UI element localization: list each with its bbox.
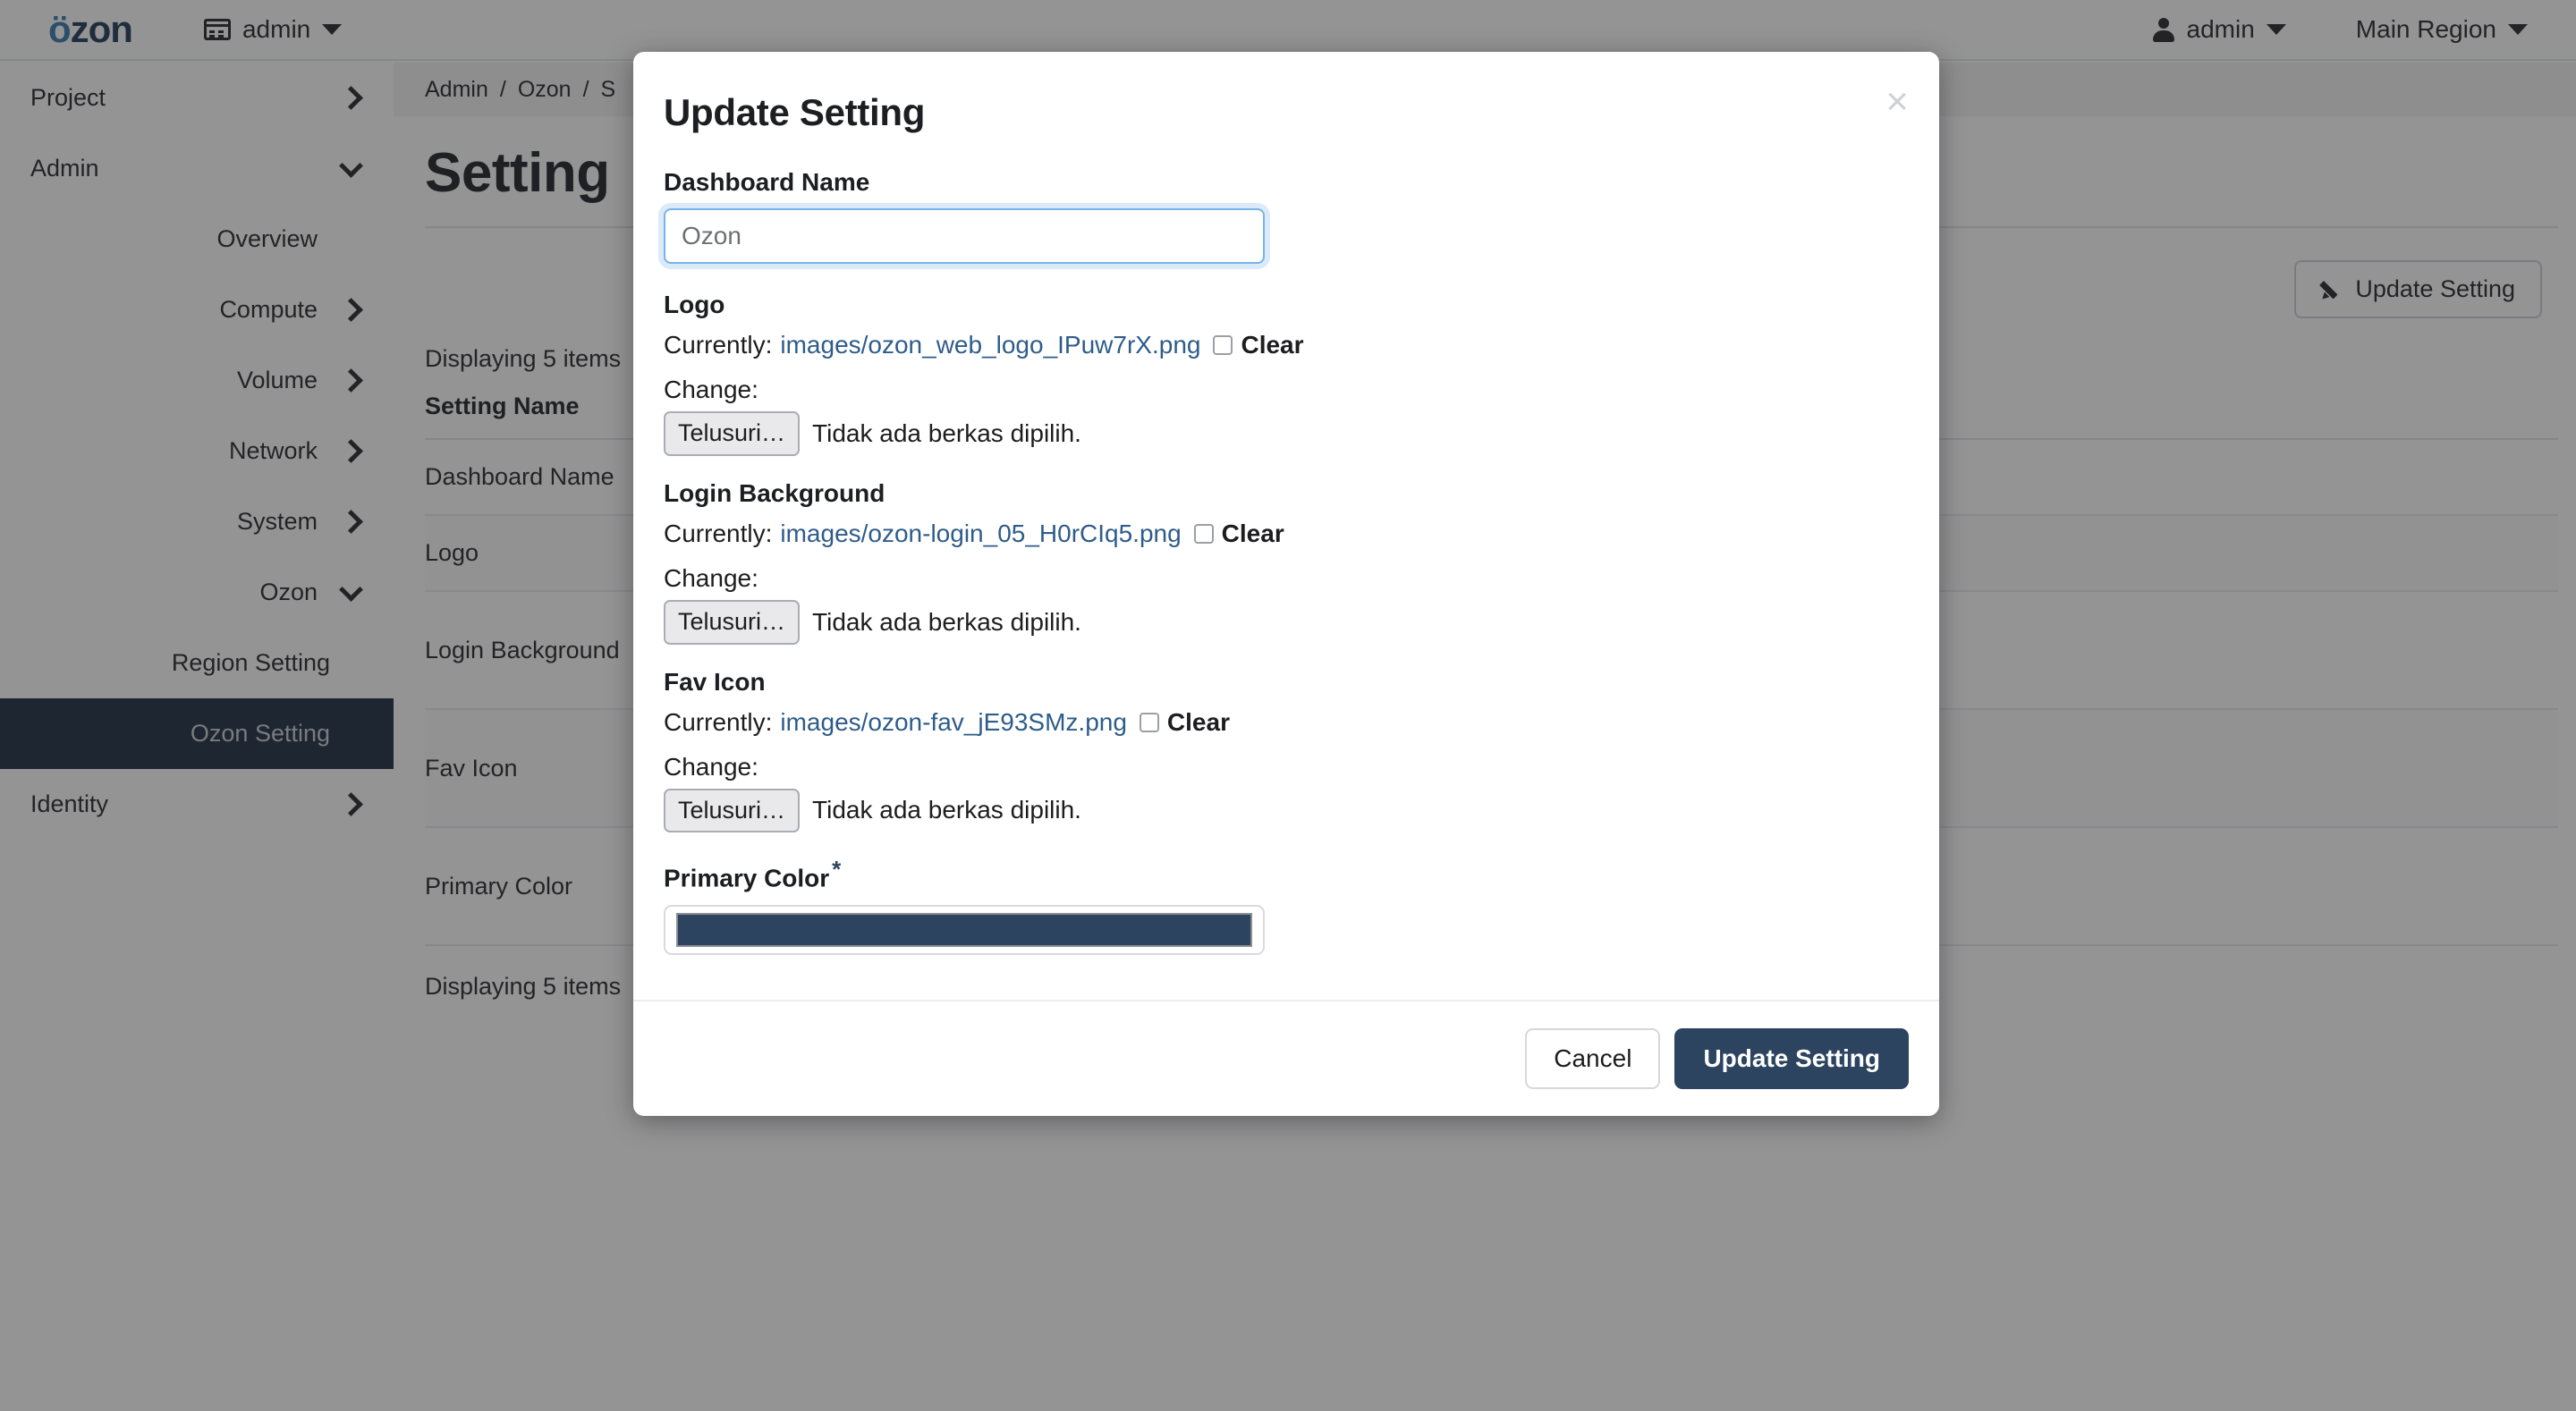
login-background-change-label: Change: [664,563,758,592]
update-setting-modal: Update Setting × Dashboard Name Logo Cur… [633,52,1939,1116]
close-icon[interactable]: × [1885,82,1909,122]
fav-icon-file-row: Telusuri… Tidak ada berkas dipilih. [664,788,1909,833]
login-background-clear-checkbox[interactable] [1193,523,1214,544]
dashboard-name-input[interactable] [664,208,1265,264]
primary-color-label: Primary Color * [664,856,1909,892]
fav-icon-current-file-link[interactable]: images/ozon-fav_jE93SMz.png [780,708,1127,737]
logo-current-file-link[interactable]: images/ozon_web_logo_IPuw7rX.png [780,331,1200,359]
logo-label: Logo [664,291,725,318]
primary-color-swatch [676,912,1252,947]
field-dashboard-name: Dashboard Name [664,168,1909,264]
fav-icon-current-row: Currently: images/ozon-fav_jE93SMz.png C… [664,708,1909,737]
login-background-current-row: Currently: images/ozon-login_05_H0rCIq5.… [664,520,1909,548]
modal-title: Update Setting [664,91,926,133]
field-login-background: Login Background Currently: images/ozon-… [664,479,1909,645]
submit-update-setting-button[interactable]: Update Setting [1674,1027,1909,1089]
cancel-button[interactable]: Cancel [1525,1027,1661,1089]
required-marker: * [832,856,842,883]
fav-icon-change-label: Change: [664,752,758,781]
logo-clear-label[interactable]: Clear [1241,331,1303,359]
logo-file-row: Telusuri… Tidak ada berkas dipilih. [664,411,1909,456]
logo-file-name: Tidak ada berkas dipilih. [812,418,1081,447]
modal-body: Dashboard Name Logo Currently: images/oz… [633,168,1939,1000]
logo-browse-button[interactable]: Telusuri… [664,411,801,456]
primary-color-label-text: Primary Color [664,864,830,892]
fav-icon-browse-button[interactable]: Telusuri… [664,788,801,833]
primary-color-picker[interactable] [664,904,1265,955]
fav-icon-clear-label[interactable]: Clear [1167,708,1230,737]
field-primary-color: Primary Color * [664,856,1909,955]
fav-icon-clear-checkbox[interactable] [1139,712,1159,732]
field-logo: Logo Currently: images/ozon_web_logo_IPu… [664,291,1909,456]
logo-clear-checkbox[interactable] [1213,335,1233,355]
login-background-browse-button[interactable]: Telusuri… [664,599,801,645]
login-background-clear-label[interactable]: Clear [1222,520,1284,548]
login-background-file-row: Telusuri… Tidak ada berkas dipilih. [664,599,1909,645]
login-background-current-file-link[interactable]: images/ozon-login_05_H0rCIq5.png [780,520,1181,548]
login-background-currently-label: Currently: [664,519,773,547]
logo-currently-label: Currently: [664,331,773,359]
fav-icon-label: Fav Icon [664,667,766,696]
modal-header: Update Setting × [633,52,1939,168]
modal-overlay[interactable]: Update Setting × Dashboard Name Logo Cur… [0,0,2576,1411]
dashboard-name-label: Dashboard Name [664,168,870,196]
login-background-label: Login Background [664,478,886,507]
logo-current-row: Currently: images/ozon_web_logo_IPuw7rX.… [664,331,1909,359]
logo-change-label: Change: [664,376,758,403]
fav-icon-currently-label: Currently: [664,707,773,736]
login-background-file-name: Tidak ada berkas dipilih. [812,607,1081,636]
field-fav-icon: Fav Icon Currently: images/ozon-fav_jE93… [664,668,1909,833]
fav-icon-file-name: Tidak ada berkas dipilih. [812,796,1081,824]
modal-footer: Cancel Update Setting [633,999,1939,1116]
